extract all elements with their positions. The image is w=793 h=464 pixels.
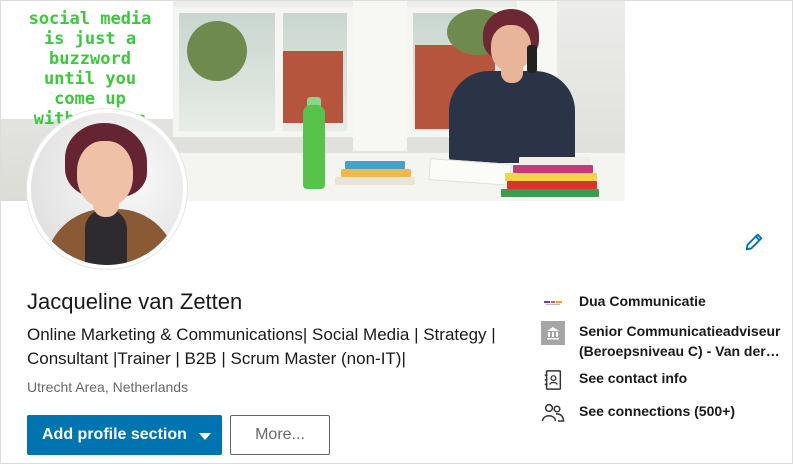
current-company-link[interactable]: Dua Communicatie — [541, 291, 706, 315]
see-connections-link[interactable]: See connections (500+) — [541, 401, 735, 425]
profile-name: Jacqueline van Zetten — [27, 289, 243, 314]
people-icon — [541, 401, 565, 425]
profile-avatar[interactable] — [27, 109, 187, 269]
banner-quote-panel: social media is just a buzzword until yo… — [1, 1, 173, 129]
banner-empty-area — [625, 1, 792, 201]
contact-card-icon — [541, 368, 565, 392]
add-profile-section-button[interactable]: Add profile section — [27, 415, 222, 455]
see-contact-info-link[interactable]: See contact info — [541, 368, 687, 392]
pencil-icon — [745, 233, 763, 251]
dua-logo-icon — [541, 291, 565, 315]
caret-down-icon — [198, 432, 211, 440]
add-profile-section-label: Add profile section — [42, 426, 187, 443]
edit-intro-button[interactable] — [739, 227, 769, 257]
connections-label: See connections (500+) — [579, 403, 736, 419]
school-line-2: (Beroepsniveau C) - Van der… — [579, 343, 780, 359]
more-button[interactable]: More... — [230, 415, 330, 455]
contact-info-label: See contact info — [579, 370, 688, 386]
education-link[interactable]: Senior Communicatieadviseur (Beroepsnive… — [541, 321, 781, 361]
banner-person — [431, 9, 591, 163]
school-building-icon — [541, 321, 565, 345]
profile-headline: Online Marketing & Communications| Socia… — [27, 325, 496, 368]
profile-card: social media is just a buzzword until yo… — [0, 0, 793, 464]
water-bottle — [303, 105, 325, 189]
company-name: Dua Communicatie — [579, 293, 706, 309]
school-line-1: Senior Communicatieadviseur — [579, 323, 781, 339]
profile-location: Utrecht Area, Netherlands — [27, 379, 189, 395]
